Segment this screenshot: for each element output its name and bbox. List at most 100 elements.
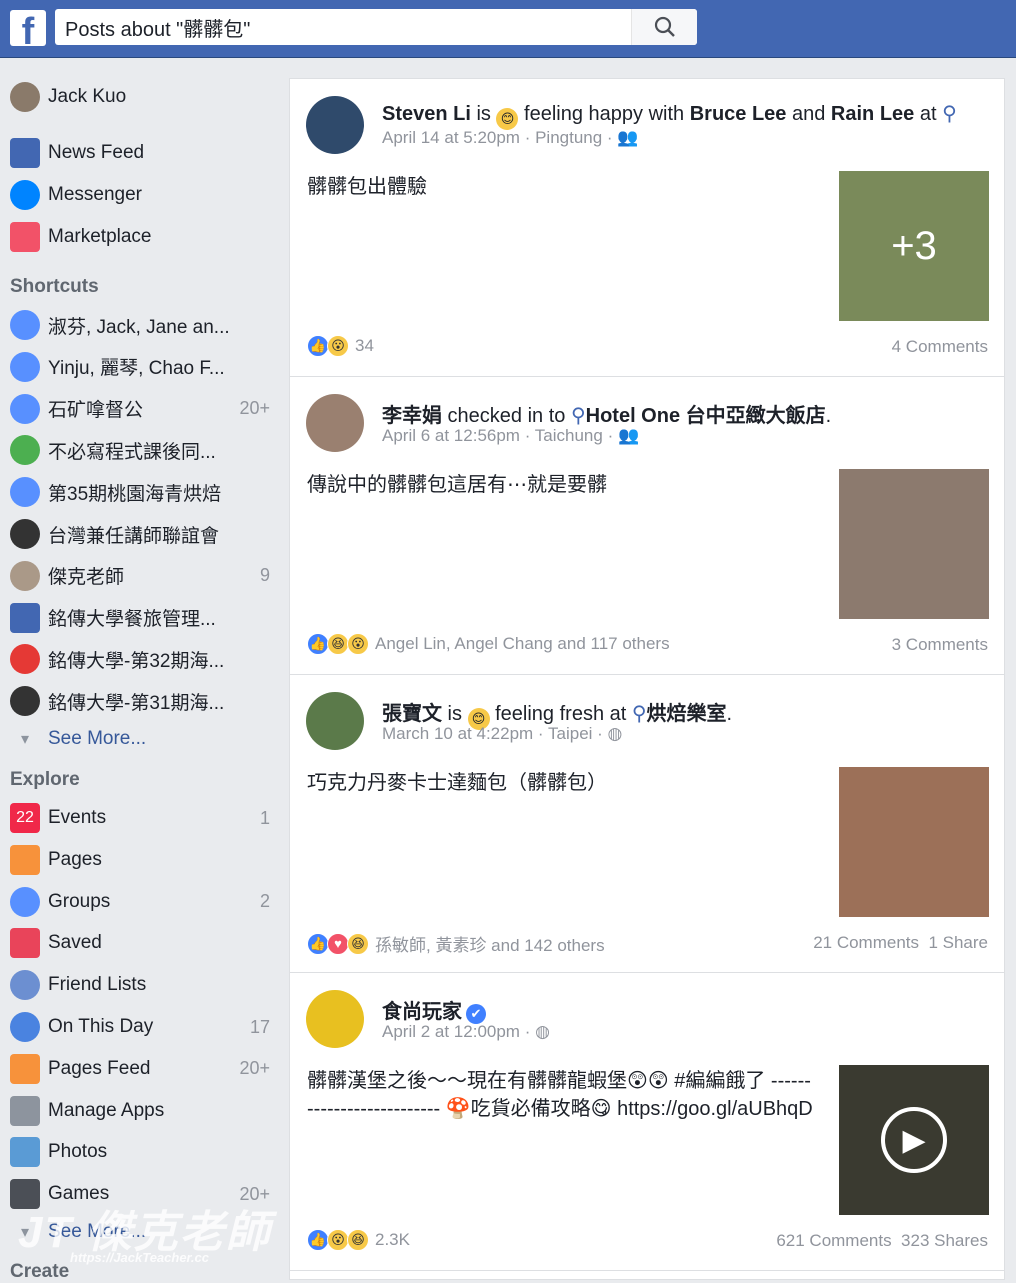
sidebar-item-label: 銘傳大學-第32期海...	[48, 650, 225, 672]
separator: ·	[519, 426, 535, 445]
sidebar-shortcut[interactable]: 傑克老師 9	[10, 558, 270, 594]
comment-share-counts[interactable]: 621 Comments 323 Shares	[776, 1231, 988, 1251]
shortcuts-heading: Shortcuts	[10, 276, 99, 297]
wow-reaction-icon: 😮	[347, 633, 369, 655]
sidebar-item-label: Messenger	[48, 184, 142, 205]
wrench-icon	[10, 1095, 40, 1126]
facebook-logo[interactable]: f	[10, 10, 46, 46]
globe-icon: ◍	[607, 724, 623, 743]
sidebar-shortcut[interactable]: 銘傳大學-第32期海...	[10, 641, 270, 677]
sidebar-item-label: Friend Lists	[48, 974, 147, 996]
left-sidebar: Jack Kuo News Feed Messenger Marketplace Sho…	[0, 58, 289, 1282]
sidebar-item-label: 台灣兼任講師聯誼會	[48, 525, 220, 547]
header-text: is	[442, 703, 468, 725]
post-place[interactable]: Taipei	[548, 724, 592, 743]
post-timestamp[interactable]: April 6 at 12:56pm	[382, 426, 520, 445]
sidebar-shortcut[interactable]: 淑芬, Jack, Jane an...	[10, 307, 270, 343]
reactions-summary[interactable]: 👍 ♥ 😆 孫敏師, 黃素珍 and 142 others	[307, 931, 605, 956]
sidebar-item-photos[interactable]: Photos	[10, 1134, 270, 1170]
search-input[interactable]	[55, 15, 631, 39]
sidebar-item-label: 淑芬, Jack, Jane an...	[48, 316, 230, 338]
post-thumbnail[interactable]: +3	[839, 171, 989, 321]
author-avatar[interactable]	[306, 990, 364, 1048]
sidebar-shortcut[interactable]: 銘傳大學-第31期海...	[10, 683, 270, 719]
sidebar-shortcut[interactable]: 第35期桃園海青烘焙	[10, 474, 270, 510]
post-thumbnail[interactable]	[839, 767, 989, 917]
sidebar-item-events[interactable]: 22 Events 1	[10, 800, 270, 836]
comment-share-counts[interactable]: 3 Comments	[892, 635, 988, 655]
separator: ·	[602, 128, 618, 147]
post-timestamp[interactable]: April 2 at 12:00pm	[382, 1022, 520, 1041]
sidebar-item-label: 銘傳大學-第31期海...	[48, 692, 225, 714]
top-bar: f	[0, 0, 1016, 58]
sidebar-shortcut[interactable]: 台灣兼任講師聯誼會	[10, 516, 270, 552]
reactions-summary[interactable]: 👍 😮 😆 2.3K	[307, 1229, 410, 1251]
news-feed-icon	[10, 138, 40, 168]
tagged-entity[interactable]: Bruce Lee	[690, 103, 787, 125]
tagged-entity[interactable]: 烘焙樂室	[647, 703, 727, 725]
author-avatar[interactable]	[306, 96, 364, 154]
sidebar-item-count: 20+	[239, 398, 270, 419]
post-timestamp[interactable]: March 10 at 4:22pm	[382, 724, 533, 743]
post-text: 傳說中的髒髒包這居有⋯就是要髒	[307, 474, 607, 496]
sidebar-item-pages[interactable]: Pages	[10, 842, 270, 878]
friends-icon: 👥	[617, 426, 640, 445]
sidebar-item-label: News Feed	[48, 142, 145, 163]
sidebar-item-label: Yinju, 麗琴, Chao F...	[48, 358, 225, 380]
separator: ·	[533, 724, 549, 743]
sidebar-item-label: On This Day	[48, 1016, 154, 1037]
comment-share-counts[interactable]: 4 Comments	[892, 337, 988, 357]
sidebar-item-label: Jack Kuo	[48, 86, 127, 107]
sidebar-item-on-this-day[interactable]: On This Day 17	[10, 1009, 270, 1045]
post-place[interactable]: Pingtung	[535, 128, 602, 147]
sidebar-item-saved[interactable]: Saved	[10, 925, 270, 961]
sidebar-shortcut[interactable]: Yinju, 麗琴, Chao F...	[10, 349, 270, 385]
author-avatar[interactable]	[306, 394, 364, 452]
author-name[interactable]: 張寶文	[382, 703, 442, 725]
comment-share-counts[interactable]: 21 Comments 1 Share	[813, 933, 988, 953]
sidebar-item-messenger[interactable]: Messenger	[10, 177, 270, 213]
sidebar-item-label: Pages Feed	[48, 1057, 151, 1079]
friends-icon: 👥	[617, 128, 639, 147]
page-avatar-icon	[10, 560, 40, 591]
sidebar-item-pages-feed[interactable]: Pages Feed 20+	[10, 1051, 270, 1087]
author-avatar[interactable]	[306, 692, 364, 750]
search-results-feed: Steven Li is 😊 feeling happy with Bruce …	[289, 78, 1005, 1280]
sidebar-item-groups[interactable]: Groups 2	[10, 884, 270, 920]
sidebar-shortcut[interactable]: 不必寫程式課後同...	[10, 432, 270, 468]
separator: ·	[592, 724, 608, 743]
header-text: checked in to	[442, 405, 571, 427]
author-name[interactable]: 食尚玩家	[382, 1001, 462, 1023]
search-button[interactable]	[631, 9, 697, 45]
author-name[interactable]: 李幸娟	[382, 405, 442, 427]
tagged-entity[interactable]: Hotel One 台中亞緻大飯店	[586, 405, 826, 427]
see-more-link[interactable]: ▾ See More...	[10, 721, 270, 757]
groups-icon	[10, 886, 40, 917]
tagged-entity[interactable]: Rain Lee	[831, 103, 914, 125]
love-reaction-icon: ♥	[327, 932, 349, 955]
post-thumbnail[interactable]	[839, 469, 989, 619]
sidebar-item-count: 1	[259, 807, 270, 828]
marketplace-icon	[10, 222, 40, 252]
reactions-summary[interactable]: 👍 😮 34	[307, 335, 374, 357]
post-timestamp[interactable]: April 14 at 5:20pm	[382, 128, 520, 147]
sidebar-item-label: Saved	[48, 932, 102, 954]
sidebar-item-label: 傑克老師	[48, 567, 125, 589]
sidebar-item-news-feed[interactable]: News Feed	[10, 135, 270, 171]
sidebar-item-friend-lists[interactable]: Friend Lists	[10, 967, 270, 1003]
post-meta: March 10 at 4:22pm · Taipei · ◍	[382, 724, 622, 744]
sidebar-item-marketplace[interactable]: Marketplace	[10, 219, 270, 255]
author-name[interactable]: Steven Li	[382, 103, 471, 125]
sidebar-item-label: 第35期桃園海青烘焙	[48, 483, 222, 505]
post-thumbnail[interactable]: ▶	[839, 1065, 989, 1215]
reactions-summary[interactable]: 👍 😆 😮 Angel Lin, Angel Chang and 117 others	[307, 633, 670, 655]
header-text: is	[470, 103, 497, 125]
sidebar-shortcut[interactable]: 銘傳大學餐旅管理...	[10, 600, 270, 636]
post-place[interactable]: Taichung	[535, 426, 603, 445]
post-text: 髒髒漢堡之後～～現在有髒髒龍蝦堡😲😲 #編編餓了 ---------------…	[307, 1070, 813, 1120]
post-header: 李幸娟 checked in to ⚲Hotel One 台中亞緻大飯店.	[382, 399, 988, 428]
sidebar-item-manage-apps[interactable]: Manage Apps	[10, 1093, 270, 1129]
header-text: at	[914, 103, 943, 125]
sidebar-item-profile[interactable]: Jack Kuo	[10, 79, 270, 115]
sidebar-shortcut[interactable]: 石矿嗱督公 20+	[10, 391, 270, 427]
